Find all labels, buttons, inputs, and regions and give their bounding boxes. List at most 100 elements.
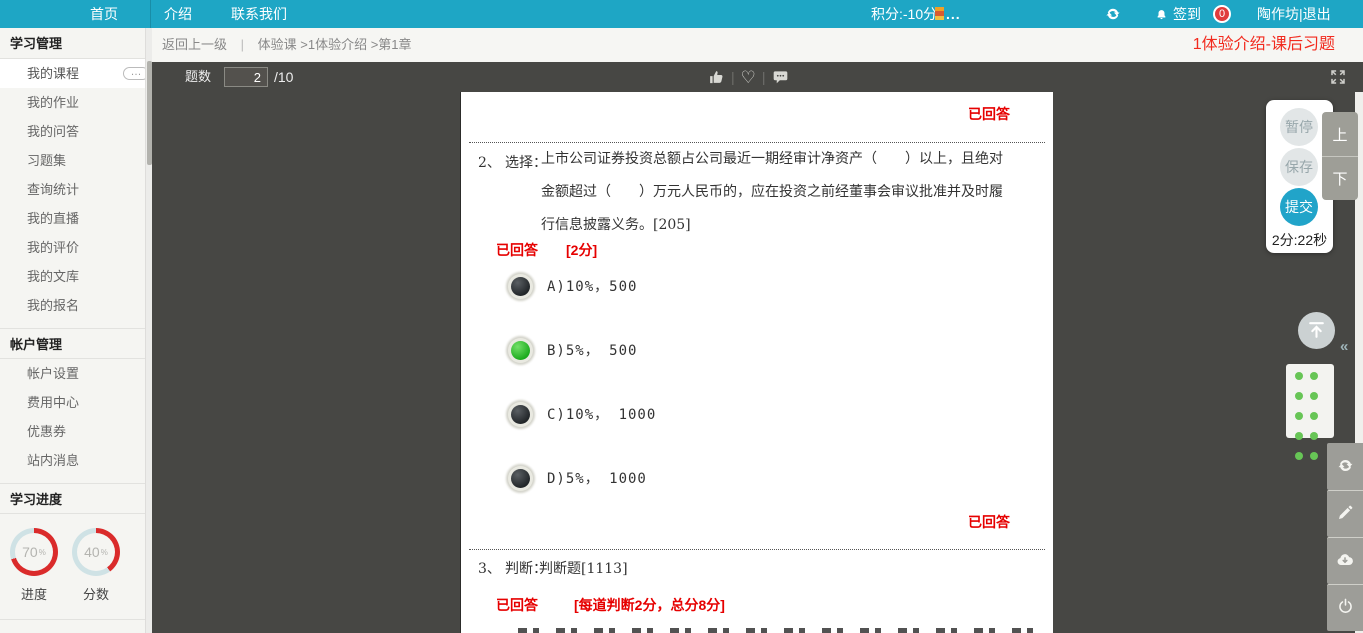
question-dot[interactable] [1295, 452, 1303, 460]
option-b[interactable]: B)5%， 500 [461, 339, 1053, 365]
question3-status: 已回答 [496, 597, 538, 613]
breadcrumb: 返回上一级 | 体验课 >1体验介绍 >第1章 [162, 28, 412, 62]
nav-intro[interactable]: 介绍 [164, 0, 192, 28]
radio-option-a[interactable] [511, 277, 530, 296]
course-more-button[interactable]: … [123, 67, 145, 80]
sidebar-section-learning: 学习管理 [0, 28, 145, 59]
quiz-panel: 已回答 2、 选择： 上市公司证券投资总额占公司最近一期经审计净资产（ ）以上，… [460, 92, 1053, 633]
fullscreen-icon[interactable] [1329, 68, 1347, 86]
question-dot[interactable] [1310, 372, 1318, 380]
sidebar-item-exercise-set[interactable]: 习题集 [0, 146, 145, 175]
question2-number: 2、 [478, 155, 501, 171]
edit-button[interactable] [1327, 490, 1363, 537]
medal-icon [935, 7, 944, 26]
question-count-label: 题数 [185, 69, 212, 84]
option-c[interactable]: C)10%， 1000 [461, 403, 1053, 429]
progress-rings: 70% 40% [10, 528, 145, 576]
cloud-download-icon [1337, 553, 1353, 565]
pause-button[interactable]: 暂停 [1280, 108, 1318, 146]
submit-button[interactable]: 提交 [1280, 188, 1318, 226]
question-pager: 上 下 [1322, 112, 1358, 200]
option-d[interactable]: D)5%， 1000 [461, 467, 1053, 493]
option-a[interactable]: A)10%，500 [461, 275, 1053, 301]
power-button[interactable] [1327, 584, 1363, 631]
radio-option-b[interactable] [511, 341, 530, 360]
thumbs-up-icon[interactable] [708, 69, 725, 86]
progress-ring: 70% [10, 528, 58, 576]
sidebar-item-my-homework[interactable]: 我的作业 [0, 88, 145, 117]
radio-option-c[interactable] [511, 405, 530, 424]
question-dot[interactable] [1310, 432, 1318, 440]
radio-option-d[interactable] [511, 469, 530, 488]
points-more-button[interactable]: ... [946, 0, 961, 28]
back-link[interactable]: 返回上一级 [162, 37, 227, 52]
comment-icon[interactable] [772, 70, 789, 85]
sidebar-item-my-qa[interactable]: 我的问答 [0, 117, 145, 146]
power-icon [1338, 598, 1352, 613]
sidebar-item-query-stats[interactable]: 查询统计 [0, 175, 145, 204]
question-total: /10 [274, 69, 294, 85]
quiz-toolbar: 题数 /10 | ♡ | [152, 62, 1363, 92]
sidebar-item-coupons[interactable]: 优惠券 [0, 417, 145, 446]
question-dot[interactable] [1310, 392, 1318, 400]
save-button[interactable]: 保存 [1280, 148, 1318, 186]
question-dot[interactable] [1295, 372, 1303, 380]
question-dot[interactable] [1295, 392, 1303, 400]
question-divider [469, 549, 1045, 550]
prev-question-button[interactable]: 上 [1322, 112, 1358, 156]
question3-text: 判断题[1113] [539, 561, 628, 577]
status-answered-top: 已回答 [968, 106, 1010, 122]
question2-text: 上市公司证券投资总额占公司最近一期经审计净资产（ ）以上，且绝对 金额超过（ ）… [541, 151, 1003, 233]
sidebar-item-my-library[interactable]: 我的文库 [0, 262, 145, 291]
top-navbar: 首页 介绍 联系我们 积分:-10分 ... 签到 0 陶作坊|退出 [0, 0, 1363, 28]
refresh-icon [1338, 459, 1352, 471]
sidebar-item-account-settings[interactable]: 帐户设置 [0, 359, 145, 388]
refresh-icon[interactable] [1104, 5, 1122, 23]
question-dot[interactable] [1310, 452, 1318, 460]
page-title: 1体验介绍-课后习题 [1192, 36, 1335, 53]
points-label: 积分:-10分 [871, 6, 938, 22]
question-dot[interactable] [1295, 412, 1303, 420]
nav-divider [150, 0, 151, 28]
breadcrumb-path[interactable]: 体验课 >1体验介绍 >第1章 [258, 37, 412, 52]
quiz-stage: 题数 /10 | ♡ | 已回答 2、 选择： 上市公司证券投资总额占公司最近一… [152, 62, 1363, 633]
next-question-button[interactable]: 下 [1322, 156, 1358, 200]
breadcrumb-strip: 返回上一级 | 体验课 >1体验介绍 >第1章 1体验介绍-课后习题 [152, 28, 1363, 62]
exam-timer: 2分:22秒 [1271, 232, 1328, 248]
sidebar-item-my-reviews[interactable]: 我的评价 [0, 233, 145, 262]
question3-score: [每道判断2分，总分8分] [574, 597, 725, 613]
progress-ring-label: 进度 [20, 587, 47, 602]
collapse-icon[interactable]: « [1340, 338, 1348, 355]
signin-button[interactable]: 签到 [1155, 0, 1201, 28]
user-logout[interactable]: 陶作坊|退出 [1257, 0, 1331, 28]
score-ring: 40% [72, 528, 120, 576]
clipped-next-question-text [518, 628, 1033, 633]
signin-label: 签到 [1173, 6, 1201, 22]
score-ring-label: 分数 [82, 587, 109, 602]
icon-divider: | [761, 69, 766, 85]
sidebar-item-my-live[interactable]: 我的直播 [0, 204, 145, 233]
reload-button[interactable] [1327, 443, 1363, 490]
question2-score: [2分] [566, 242, 598, 258]
pencil-icon [1339, 505, 1353, 519]
question-number-input[interactable] [224, 67, 268, 87]
sidebar-item-site-messages[interactable]: 站内消息 [0, 446, 145, 475]
question2-status: 已回答 [496, 242, 538, 258]
download-button[interactable] [1327, 537, 1363, 584]
question-dot[interactable] [1295, 432, 1303, 440]
sidebar-item-my-registration[interactable]: 我的报名 [0, 291, 145, 320]
sidebar-section-progress: 学习进度 [0, 483, 145, 514]
bell-icon [1157, 10, 1166, 20]
question-dot[interactable] [1310, 412, 1318, 420]
scroll-to-top-button[interactable] [1298, 312, 1335, 349]
sidebar-scrollbar[interactable] [145, 28, 152, 633]
sidebar-item-billing-center[interactable]: 费用中心 [0, 388, 145, 417]
heart-icon[interactable]: ♡ [741, 69, 756, 86]
question3-number: 3、 [478, 561, 501, 577]
sidebar-item-my-courses[interactable]: 我的课程 … [0, 59, 145, 88]
status-answered-bottom: 已回答 [968, 514, 1010, 530]
nav-contact[interactable]: 联系我们 [231, 0, 287, 28]
notification-badge[interactable]: 0 [1213, 5, 1231, 23]
breadcrumb-divider: | [240, 37, 245, 52]
nav-home[interactable]: 首页 [90, 0, 118, 28]
